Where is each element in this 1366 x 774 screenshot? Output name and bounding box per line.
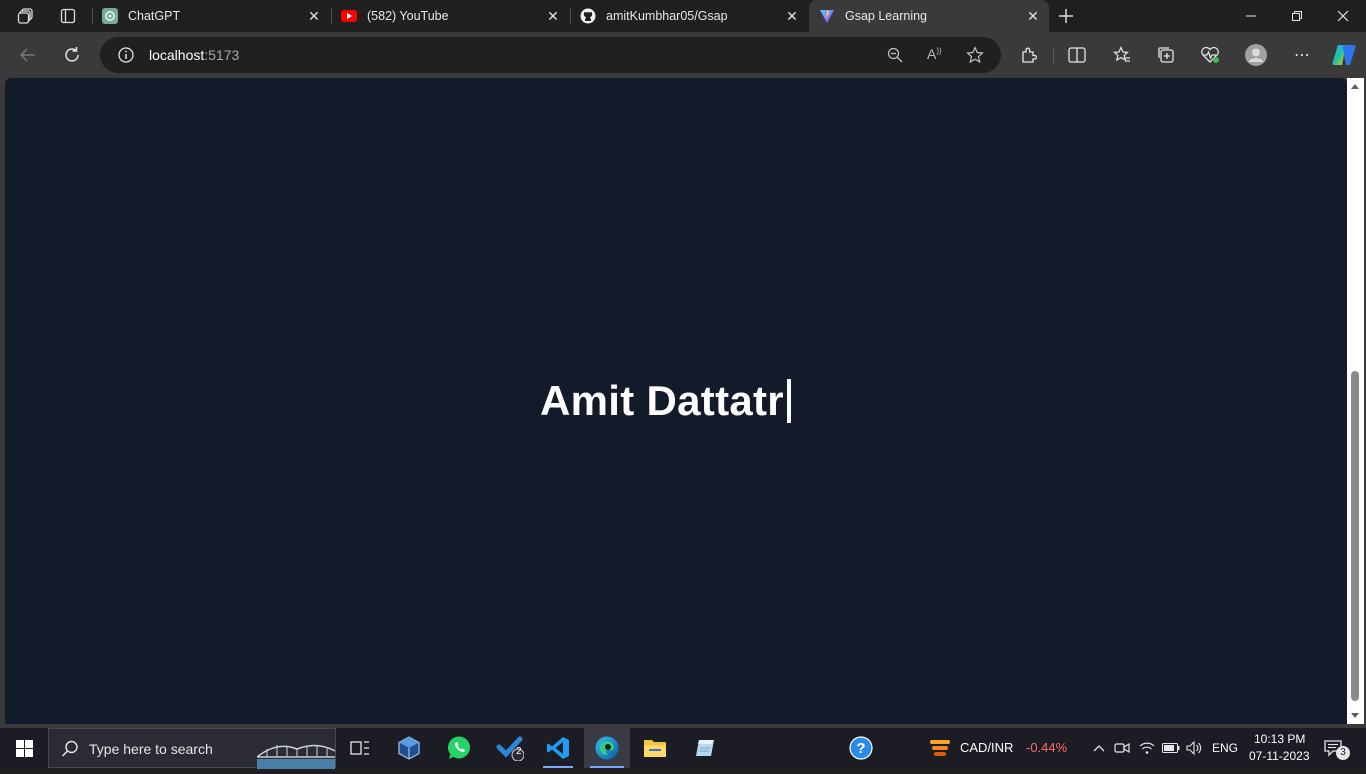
- tab-chatgpt[interactable]: ChatGPT ✕: [92, 0, 330, 32]
- minimize-icon[interactable]: [1228, 0, 1274, 32]
- profile-avatar-icon[interactable]: [1242, 41, 1270, 69]
- chatgpt-icon: [102, 8, 118, 24]
- viewport: Amit Dattatr: [0, 78, 1366, 728]
- svg-text:?: ?: [856, 740, 865, 757]
- zoom-out-icon[interactable]: [887, 47, 903, 68]
- favorite-star-icon[interactable]: [966, 46, 984, 69]
- tab-title: (582) YouTube: [367, 9, 449, 23]
- tab-youtube[interactable]: (582) YouTube ✕: [331, 0, 569, 32]
- edge-icon[interactable]: [584, 728, 630, 768]
- workspaces-icon[interactable]: [16, 6, 36, 26]
- close-icon[interactable]: ✕: [1025, 8, 1041, 24]
- close-icon[interactable]: ✕: [306, 8, 322, 24]
- extensions-icon[interactable]: [1015, 41, 1043, 69]
- whatsapp-icon[interactable]: [438, 728, 480, 768]
- meet-now-icon[interactable]: [1112, 728, 1132, 768]
- vscode-icon[interactable]: [537, 728, 579, 768]
- url-text: localhost:5173: [149, 47, 239, 63]
- show-hidden-icons-icon[interactable]: [1089, 728, 1109, 768]
- help-icon[interactable]: ?: [844, 728, 878, 768]
- url-port: :5173: [204, 47, 240, 63]
- back-icon[interactable]: [14, 41, 42, 69]
- currency-pair[interactable]: CAD/INR: [960, 740, 1013, 755]
- task-view-icon[interactable]: [340, 728, 380, 768]
- taskbar: Type here to search 2 ? CAD/INR -0.44% E…: [0, 728, 1366, 769]
- new-tab-icon[interactable]: [1056, 6, 1076, 26]
- notifications-icon[interactable]: 3: [1318, 728, 1350, 768]
- collections-icon[interactable]: [1152, 41, 1180, 69]
- tab-strip: ChatGPT ✕ (582) YouTube ✕ amitKumbhar05/…: [0, 0, 1366, 32]
- url-host: localhost: [149, 47, 205, 63]
- copilot-icon[interactable]: [1330, 41, 1358, 69]
- address-bar[interactable]: localhost:5173 A)): [100, 37, 1001, 73]
- file-explorer-icon[interactable]: [634, 728, 676, 768]
- tab-title: ChatGPT: [128, 9, 181, 23]
- currency-change[interactable]: -0.44%: [1026, 740, 1067, 755]
- battery-icon[interactable]: [1160, 728, 1182, 768]
- more-options-icon[interactable]: ⋯: [1288, 41, 1316, 69]
- market-widget-icon[interactable]: [926, 728, 954, 768]
- vite-icon: [819, 8, 835, 24]
- volume-icon[interactable]: [1184, 728, 1206, 768]
- scroll-down-icon[interactable]: [1351, 713, 1359, 718]
- site-info-icon[interactable]: [118, 47, 134, 68]
- typewriter-heading: Amit Dattatr: [540, 377, 791, 425]
- read-aloud-icon[interactable]: A)): [927, 46, 942, 62]
- virtualbox-icon[interactable]: [388, 728, 430, 768]
- tab-title: amitKumbhar05/Gsap: [606, 9, 728, 23]
- refresh-icon[interactable]: [58, 41, 86, 69]
- close-icon[interactable]: ✕: [545, 8, 561, 24]
- tab-title: Gsap Learning: [845, 9, 928, 23]
- tab-gsap-learning[interactable]: Gsap Learning ✕: [809, 0, 1049, 32]
- input-language[interactable]: ENG: [1212, 741, 1238, 755]
- close-window-icon[interactable]: [1320, 0, 1366, 32]
- scroll-up-icon[interactable]: [1351, 84, 1359, 89]
- wifi-icon[interactable]: [1137, 728, 1157, 768]
- restore-icon[interactable]: [1274, 0, 1320, 32]
- youtube-icon: [341, 8, 357, 24]
- clock-time[interactable]: 10:13 PM: [1254, 732, 1305, 746]
- vertical-scrollbar[interactable]: [1347, 78, 1364, 724]
- web-page: Amit Dattatr: [5, 78, 1347, 724]
- app-icon[interactable]: [684, 728, 726, 768]
- typing-caret: [786, 379, 791, 423]
- taskbar-search[interactable]: Type here to search: [48, 728, 336, 769]
- microsoft-todo-icon[interactable]: 2: [488, 728, 532, 768]
- tab-actions-icon[interactable]: [58, 6, 78, 26]
- heading-text: Amit Dattatr: [540, 377, 784, 424]
- github-icon: [580, 8, 596, 24]
- close-icon[interactable]: ✕: [784, 8, 800, 24]
- search-placeholder: Type here to search: [89, 741, 213, 757]
- split-screen-icon[interactable]: [1063, 41, 1091, 69]
- scrollbar-thumb[interactable]: [1351, 371, 1359, 701]
- search-highlight-bridge-icon: [256, 737, 336, 769]
- browser-essentials-icon[interactable]: [1196, 41, 1224, 69]
- tab-github[interactable]: amitKumbhar05/Gsap ✕: [570, 0, 808, 32]
- favorites-icon[interactable]: [1108, 41, 1136, 69]
- notification-count: 3: [1336, 746, 1350, 760]
- todo-badge: 2: [516, 746, 522, 757]
- browser-toolbar: localhost:5173 A)) ⋯: [0, 32, 1366, 78]
- windows-start-icon[interactable]: [0, 728, 48, 768]
- search-icon: [61, 740, 79, 763]
- clock-date[interactable]: 07-11-2023: [1249, 749, 1310, 763]
